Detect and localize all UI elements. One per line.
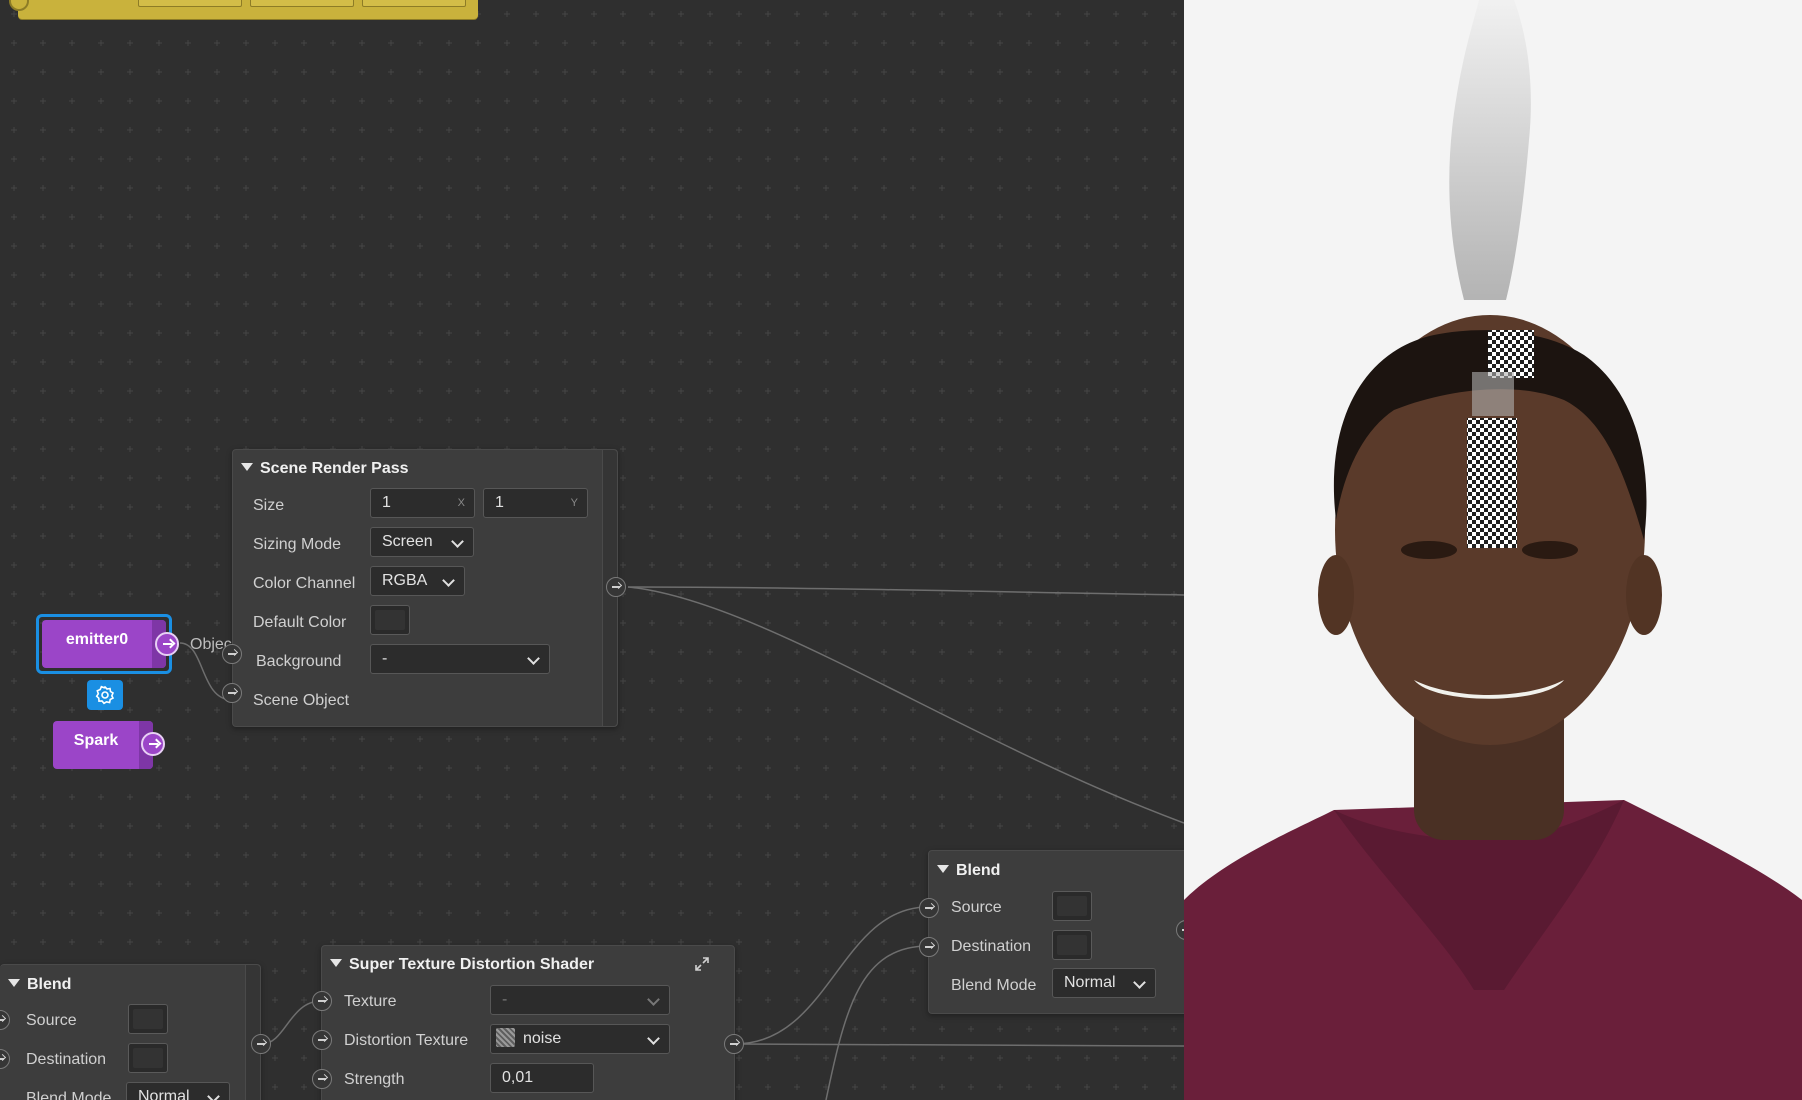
distortion-texture-label: Distortion Texture: [344, 1032, 469, 1049]
blend-left-destination-swatch[interactable]: [128, 1043, 168, 1073]
scene-render-pass-output-port[interactable]: [606, 577, 626, 597]
blend-left-source-swatch[interactable]: [128, 1004, 168, 1034]
size-y-value: 1: [495, 494, 504, 511]
distortion-texture-value: noise: [523, 1030, 562, 1047]
blend-right-destination-swatch[interactable]: [1052, 930, 1092, 960]
blend-right-header[interactable]: Blend: [937, 862, 1000, 880]
blend-left-source-label: Source: [26, 1012, 77, 1029]
strength-value: 0,01: [502, 1069, 534, 1086]
distortion-shader-node[interactable]: Super Texture Distortion Shader Texture …: [312, 945, 735, 1100]
sizing-mode-label: Sizing Mode: [253, 536, 342, 553]
blend-left-blend-mode-value: Normal: [138, 1088, 190, 1100]
blend-right-blend-mode-select[interactable]: Normal: [1052, 968, 1156, 998]
blend-left-blend-mode-select[interactable]: Normal: [126, 1082, 230, 1100]
blend-right-source-label: Source: [951, 899, 1002, 916]
blend-left-destination-label: Destination: [26, 1051, 107, 1068]
blend-right-blend-mode-value: Normal: [1064, 974, 1116, 991]
patch-editor-canvas[interactable]: emitter0 Object Spark Scene Render Pass …: [0, 0, 1184, 1100]
blend-right-destination-label: Destination: [951, 938, 1032, 955]
gear-icon: [95, 685, 115, 705]
blend-node-right[interactable]: Blend Source Destination Blend Mode Norm…: [919, 850, 1184, 1014]
blend-right-source-port[interactable]: [919, 898, 939, 918]
size-x-input[interactable]: 1X: [370, 488, 475, 518]
size-y-input[interactable]: 1Y: [483, 488, 588, 518]
texture-select[interactable]: -: [490, 985, 670, 1015]
triangle-down-icon[interactable]: [241, 463, 253, 471]
size-x-suffix: X: [457, 497, 465, 509]
texture-label: Texture: [344, 993, 397, 1010]
distortion-shader-title: Super Texture Distortion Shader: [349, 956, 595, 973]
blend-left-header[interactable]: Blend: [8, 976, 71, 994]
triangle-down-icon[interactable]: [937, 865, 949, 873]
yellow-node-partial[interactable]: [9, 0, 478, 19]
scene-render-pass-title: Scene Render Pass: [260, 460, 409, 477]
emitter-output-port[interactable]: [155, 632, 179, 656]
distortion-texture-select[interactable]: noise: [490, 1024, 670, 1054]
blend-left-blend-mode-label: Blend Mode: [26, 1090, 112, 1100]
sizing-mode-value: Screen: [382, 533, 433, 550]
blend-right-title: Blend: [956, 862, 1001, 879]
blend-right-blend-mode-label: Blend Mode: [951, 977, 1037, 994]
spark-output-port[interactable]: [141, 732, 165, 756]
background-label: Background: [256, 653, 342, 670]
blend-left-spine: [245, 965, 260, 1100]
yellow-node-field-3[interactable]: [362, 0, 466, 7]
blend-left-source-port[interactable]: [0, 1010, 10, 1030]
blend-left-output-port[interactable]: [251, 1034, 271, 1054]
blend-left-title: Blend: [27, 976, 72, 993]
expand-icon[interactable]: [694, 956, 710, 972]
blend-node-left[interactable]: Blend Source Destination Blend Mode Norm…: [0, 964, 261, 1100]
scene-object-input-port[interactable]: [222, 683, 242, 703]
distortion-shader-output-port[interactable]: [724, 1034, 744, 1054]
strength-label: Strength: [344, 1071, 405, 1088]
spark-node-label: Spark: [73, 732, 119, 749]
noise-thumbnail-icon: [496, 1028, 515, 1047]
spark-node[interactable]: Spark: [53, 721, 153, 769]
default-color-swatch[interactable]: [370, 605, 410, 635]
texture-value: -: [502, 991, 508, 1008]
strength-input-port[interactable]: [312, 1069, 332, 1089]
yellow-node-field-1[interactable]: [138, 0, 242, 7]
color-channel-label: Color Channel: [253, 575, 356, 592]
size-label: Size: [253, 497, 285, 514]
blend-right-destination-port[interactable]: [919, 937, 939, 957]
default-color-label: Default Color: [253, 614, 347, 631]
sizing-mode-select[interactable]: Screen: [370, 527, 474, 557]
texture-input-port[interactable]: [312, 991, 332, 1011]
distortion-shader-header[interactable]: Super Texture Distortion Shader: [330, 956, 594, 974]
camera-preview: [1184, 0, 1802, 1100]
color-channel-select[interactable]: RGBA: [370, 566, 465, 596]
triangle-down-icon[interactable]: [330, 959, 342, 967]
background-value: -: [382, 650, 388, 667]
size-x-value: 1: [382, 494, 391, 511]
scene-render-pass-node[interactable]: Scene Render Pass Size 1X 1Y Sizing Mode…: [222, 449, 618, 727]
blend-left-destination-port[interactable]: [0, 1049, 10, 1069]
scene-object-label: Scene Object: [253, 692, 350, 709]
checker-particles: [1467, 418, 1517, 548]
scene-render-pass-header[interactable]: Scene Render Pass: [241, 460, 409, 478]
blend-right-source-swatch[interactable]: [1052, 891, 1092, 921]
strength-input[interactable]: 0,01: [490, 1063, 594, 1093]
emitter-node[interactable]: emitter0: [42, 620, 166, 668]
yellow-node-field-2[interactable]: [250, 0, 354, 7]
background-input-port[interactable]: [222, 644, 242, 664]
emitter-settings-button[interactable]: [87, 680, 123, 710]
background-select[interactable]: -: [370, 644, 550, 674]
distortion-texture-input-port[interactable]: [312, 1030, 332, 1050]
emitter-node-label: emitter0: [65, 631, 129, 648]
color-channel-value: RGBA: [382, 572, 428, 589]
preview-image: [1184, 0, 1802, 1100]
triangle-down-icon[interactable]: [8, 979, 20, 987]
size-y-suffix: Y: [570, 497, 578, 509]
